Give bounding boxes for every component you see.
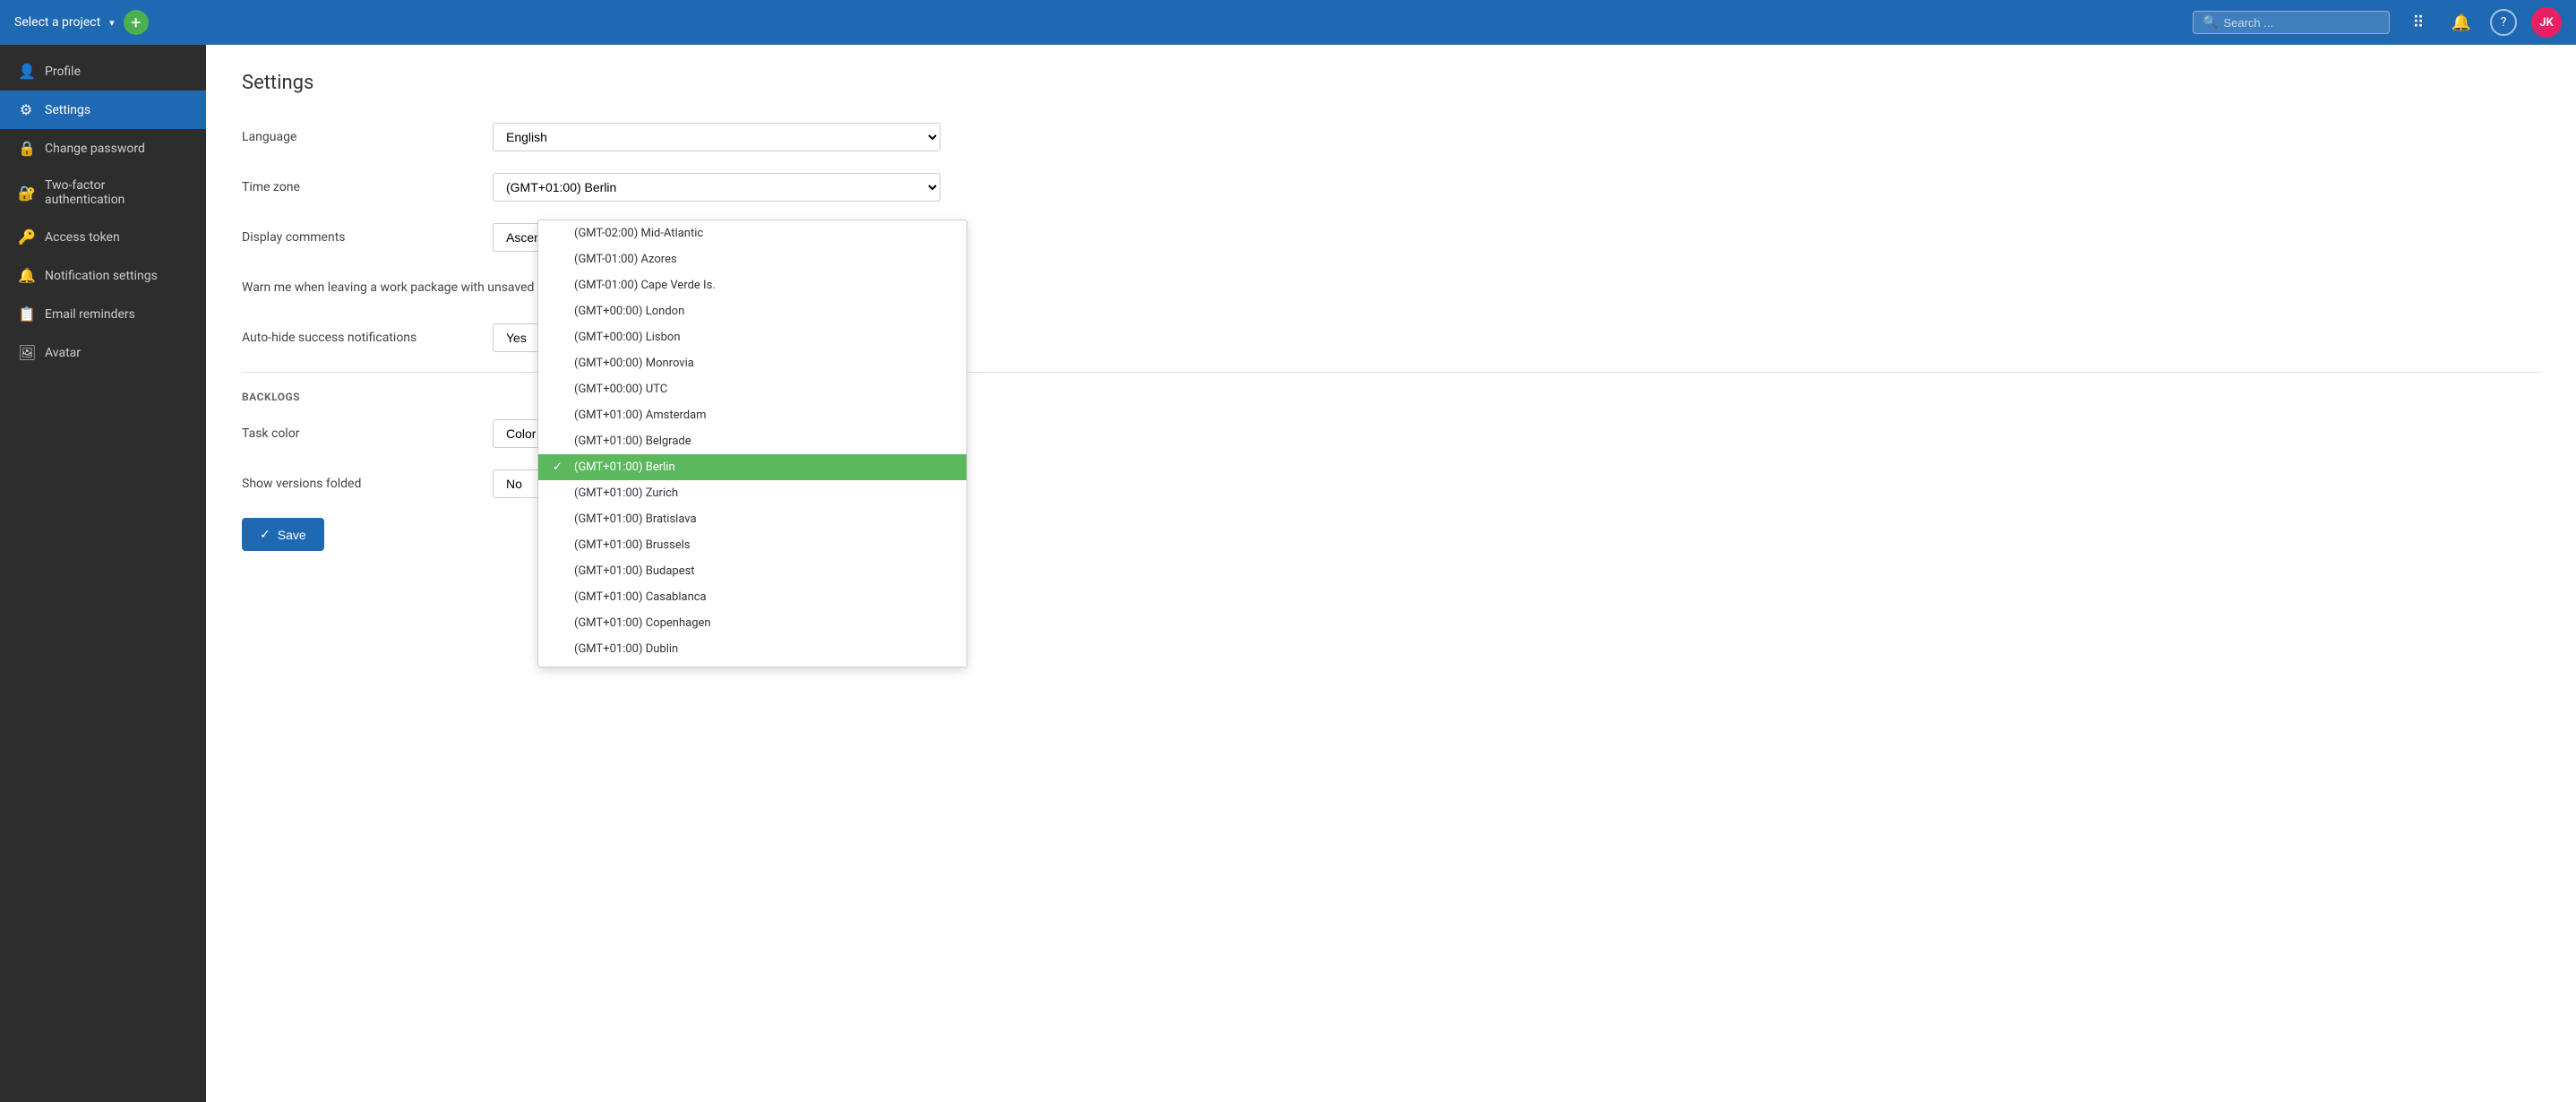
sidebar-item-email-reminders[interactable]: 📋 Email reminders: [0, 295, 206, 333]
page-title: Settings: [242, 72, 2540, 94]
settings-icon: ⚙: [18, 101, 34, 118]
timezone-option[interactable]: (GMT+01:00) Zurich: [538, 480, 966, 506]
help-icon[interactable]: ?: [2490, 9, 2517, 36]
change-password-label: Change password: [45, 142, 145, 156]
display-comments-label: Display comments: [242, 230, 493, 245]
profile-icon: 👤: [18, 63, 34, 80]
sidebar-item-change-password[interactable]: 🔒 Change password: [0, 129, 206, 168]
timezone-option[interactable]: (GMT+01:00) Bratislava: [538, 506, 966, 532]
sidebar-item-profile[interactable]: 👤 Profile: [0, 52, 206, 90]
timezone-option[interactable]: (GMT-01:00) Azores: [538, 246, 966, 272]
show-versions-label: Show versions folded: [242, 477, 493, 491]
two-factor-icon: 🔐: [18, 185, 34, 202]
main-content: Settings Language English Time zone (GMT…: [206, 45, 2576, 1102]
sidebar-item-settings[interactable]: ⚙ Settings: [0, 90, 206, 129]
save-button-label: Save: [278, 528, 306, 542]
timezone-option[interactable]: (GMT+01:00) Brussels: [538, 532, 966, 558]
access-token-icon: 🔑: [18, 228, 34, 245]
timezone-select[interactable]: (GMT+01:00) Berlin: [493, 173, 940, 202]
notification-settings-label: Notification settings: [45, 269, 158, 283]
change-password-icon: 🔒: [18, 140, 34, 157]
save-button[interactable]: ✓ Save: [242, 518, 324, 551]
navbar: Select a project ▾ + 🔍 ⠿ 🔔 ? JK: [0, 0, 2576, 45]
project-selector-chevron: ▾: [109, 17, 115, 29]
timezone-option[interactable]: (GMT+00:00) London: [538, 298, 966, 324]
sidebar-item-avatar[interactable]: 🖼 Avatar: [0, 333, 206, 372]
timezone-option[interactable]: (GMT+01:00) Amsterdam: [538, 402, 966, 428]
grid-menu-icon[interactable]: ⠿: [2404, 8, 2433, 37]
timezone-option[interactable]: (GMT-02:00) Mid-Atlantic: [538, 220, 966, 246]
sidebar-item-notification-settings[interactable]: 🔔 Notification settings: [0, 256, 206, 295]
project-selector[interactable]: Select a project: [14, 15, 100, 30]
settings-label: Settings: [45, 103, 90, 117]
timezone-option[interactable]: (GMT+01:00) Ljubljana: [538, 662, 966, 667]
timezone-option[interactable]: (GMT+00:00) Lisbon: [538, 324, 966, 350]
sidebar: 👤 Profile ⚙ Settings 🔒 Change password 🔐…: [0, 45, 206, 1102]
check-icon: ✓: [553, 461, 567, 474]
timezone-option[interactable]: (GMT-01:00) Cape Verde Is.: [538, 272, 966, 298]
app-layout: 👤 Profile ⚙ Settings 🔒 Change password 🔐…: [0, 45, 2576, 1102]
timezone-option[interactable]: (GMT+01:00) Budapest: [538, 558, 966, 584]
auto-hide-label: Auto-hide success notifications: [242, 331, 493, 345]
avatar-icon: 🖼: [18, 344, 34, 361]
avatar-label: Avatar: [45, 346, 81, 360]
access-token-label: Access token: [45, 230, 120, 245]
timezone-option[interactable]: (GMT+00:00) UTC: [538, 376, 966, 402]
timezone-option[interactable]: (GMT+01:00) Dublin: [538, 636, 966, 662]
save-checkmark-icon: ✓: [260, 527, 270, 542]
navbar-right: 🔍 ⠿ 🔔 ? JK: [2193, 7, 2562, 38]
timezone-option[interactable]: (GMT+01:00) Copenhagen: [538, 610, 966, 636]
timezone-option[interactable]: (GMT+01:00) Belgrade: [538, 428, 966, 454]
email-reminders-label: Email reminders: [45, 307, 135, 322]
timezone-option[interactable]: (GMT+01:00) Casablanca: [538, 584, 966, 610]
notification-settings-icon: 🔔: [18, 267, 34, 284]
notification-bell-icon[interactable]: 🔔: [2447, 8, 2476, 37]
sidebar-item-access-token[interactable]: 🔑 Access token: [0, 218, 206, 256]
task-color-label: Task color: [242, 426, 493, 441]
search-icon: 🔍: [2202, 15, 2218, 30]
timezone-control[interactable]: (GMT+01:00) Berlin: [493, 173, 940, 202]
language-row: Language English: [242, 121, 2540, 153]
profile-label: Profile: [45, 65, 81, 79]
language-select[interactable]: English: [493, 123, 940, 151]
two-factor-label: Two-factor authentication: [45, 178, 188, 207]
email-reminders-icon: 📋: [18, 306, 34, 323]
timezone-dropdown[interactable]: (GMT-02:00) Mid-Atlantic(GMT-01:00) Azor…: [537, 220, 967, 667]
timezone-option[interactable]: (GMT+00:00) Monrovia: [538, 350, 966, 376]
language-label: Language: [242, 130, 493, 144]
timezone-label: Time zone: [242, 180, 493, 194]
user-avatar[interactable]: JK: [2531, 7, 2562, 38]
navbar-left: Select a project ▾ +: [14, 10, 149, 35]
add-project-button[interactable]: +: [124, 10, 149, 35]
language-control[interactable]: English: [493, 123, 940, 151]
search-input[interactable]: [2223, 16, 2381, 30]
search-box[interactable]: 🔍: [2193, 11, 2390, 34]
timezone-option[interactable]: ✓(GMT+01:00) Berlin: [538, 454, 966, 480]
sidebar-item-two-factor[interactable]: 🔐 Two-factor authentication: [0, 168, 206, 218]
timezone-row: Time zone (GMT+01:00) Berlin: [242, 171, 2540, 203]
